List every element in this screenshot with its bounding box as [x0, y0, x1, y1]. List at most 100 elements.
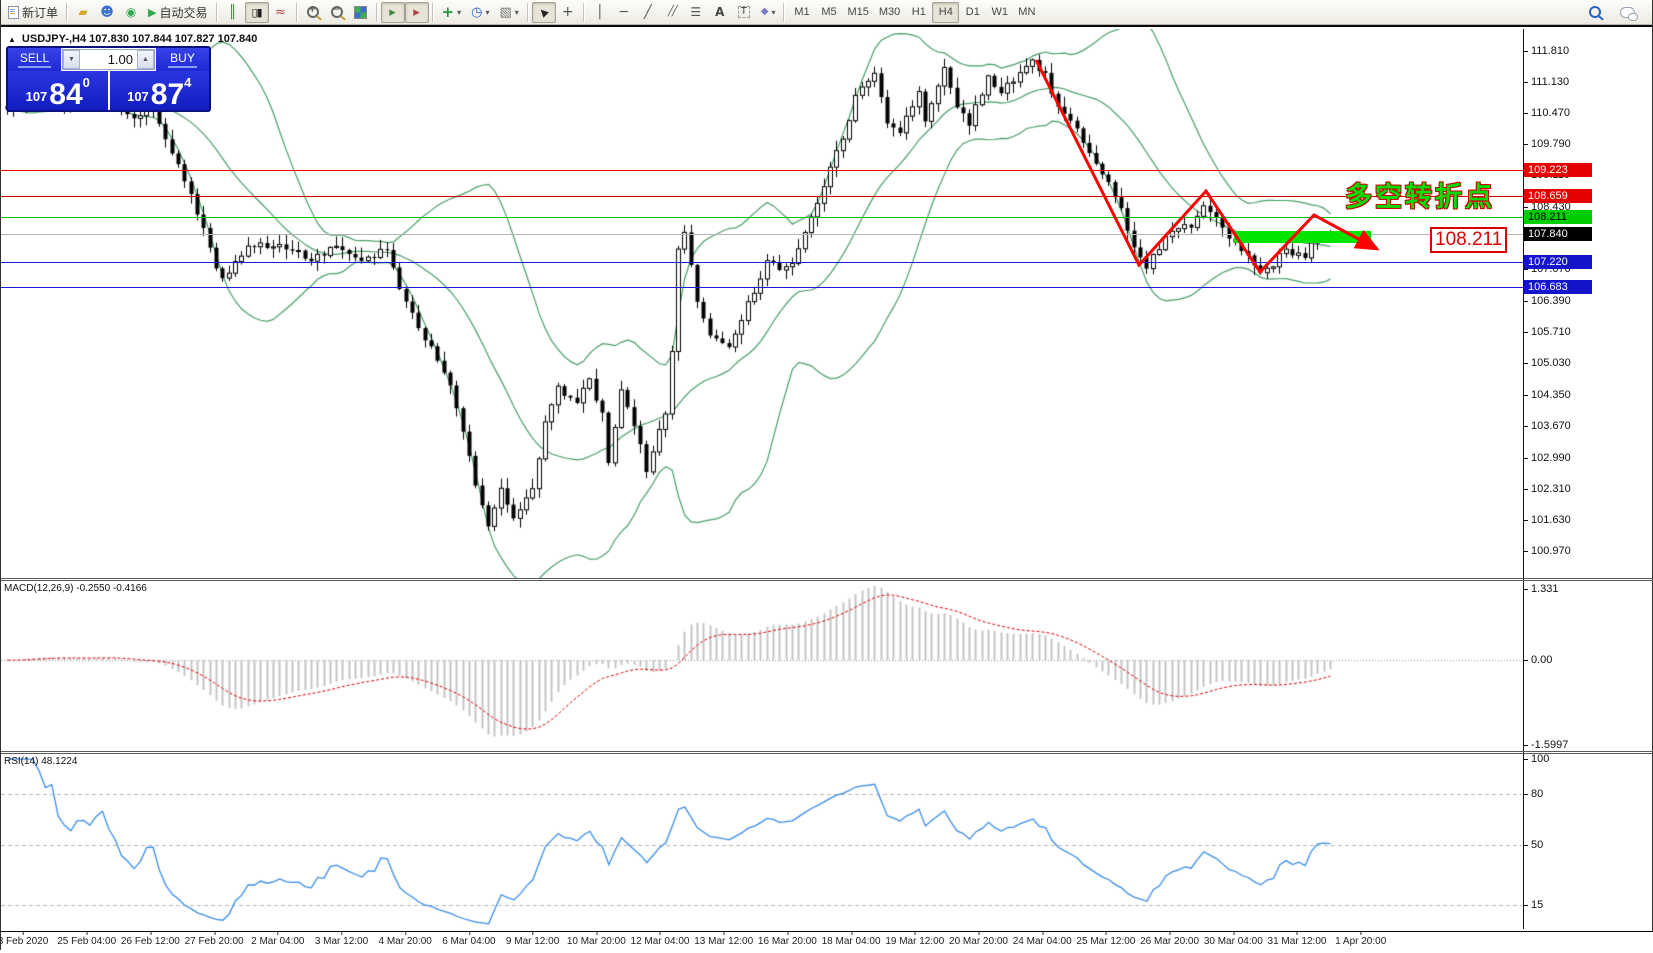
hline-icon: ─: [620, 6, 628, 19]
tf-w1-button[interactable]: W1: [986, 2, 1013, 23]
tf-m15-button[interactable]: M15: [842, 2, 873, 23]
zoom-in-button[interactable]: [301, 2, 325, 23]
cursor-icon: ▶: [537, 6, 550, 19]
zoom-out-icon: [331, 6, 343, 18]
tf-h1-button[interactable]: H1: [905, 2, 932, 23]
buy-price[interactable]: 107 87 4: [110, 71, 210, 110]
bar-chart-button[interactable]: ║: [221, 2, 245, 23]
auto-scroll-button[interactable]: ▸: [381, 2, 405, 23]
trendline-button[interactable]: ╱: [636, 2, 660, 23]
panel-splitter[interactable]: [1, 580, 1653, 581]
crayon-button[interactable]: ▰: [71, 2, 95, 23]
zoom-out-button[interactable]: [325, 2, 349, 23]
time-axis-label: 31 Mar 12:00: [1268, 936, 1327, 947]
volume-up-button[interactable]: ▲: [137, 50, 154, 69]
trend-arrow-drawing[interactable]: [1, 29, 1523, 579]
periods-button[interactable]: ◷▾: [466, 2, 494, 23]
auto-trading-button[interactable]: ▶自动交易: [143, 2, 212, 23]
tile-windows-button[interactable]: [349, 2, 373, 23]
new-order-button[interactable]: 新订单: [3, 2, 63, 23]
candle-chart-button[interactable]: ▯▮: [245, 2, 269, 23]
shapes-button[interactable]: ◆▾: [756, 2, 781, 23]
buy-price-sup: 4: [184, 75, 191, 90]
time-axis-label: 13 Mar 12:00: [694, 936, 753, 947]
trendline-icon: ╱: [644, 6, 652, 19]
chevron-down-icon: ▾: [457, 8, 461, 17]
sell-button[interactable]: SELL: [8, 48, 61, 71]
buy-button-label: BUY: [168, 51, 197, 68]
price-axis-label: 103.670: [1531, 420, 1571, 432]
label-button[interactable]: T: [732, 2, 756, 23]
tf-m5-button[interactable]: M5: [815, 2, 842, 23]
tf-h4-button[interactable]: H4: [932, 2, 959, 23]
time-axis-label: 1 Apr 20:00: [1335, 936, 1386, 947]
crosshair-button[interactable]: +: [556, 2, 580, 23]
macd-axis-label: -1.5997: [1531, 739, 1568, 751]
time-axis-label: 20 Mar 20:00: [949, 936, 1008, 947]
tf-h1-button-label: H1: [912, 6, 926, 18]
time-axis-label: 19 Mar 12:00: [885, 936, 944, 947]
channel-button[interactable]: ╱╱: [660, 2, 684, 23]
red-zigzag-arrow[interactable]: [1036, 60, 1377, 272]
cursor-button[interactable]: ▶: [532, 2, 556, 23]
price-axis-label: 104.350: [1531, 389, 1571, 401]
chevron-down-icon: ▾: [515, 8, 519, 17]
community-button[interactable]: ☻: [95, 2, 119, 23]
indicators-button[interactable]: +▾: [437, 2, 467, 23]
volume-down-button[interactable]: ▼: [63, 50, 80, 69]
tf-m1-button[interactable]: M1: [788, 2, 815, 23]
rsi-label: RSI(14) 48.1224: [4, 756, 77, 767]
tf-h4-button-label: H4: [939, 6, 953, 18]
chart-window[interactable]: ▲ USDJPY-,H4 107.830 107.844 107.827 107…: [1, 25, 1652, 950]
chinese-annotation[interactable]: 多空转折点: [1345, 175, 1495, 214]
time-axis-label: 26 Mar 20:00: [1140, 936, 1199, 947]
price-badge: 109.223: [1524, 163, 1592, 177]
tf-d1-button[interactable]: D1: [959, 2, 986, 23]
panel-splitter[interactable]: [1, 751, 1653, 752]
tf-m30-button[interactable]: M30: [874, 2, 905, 23]
time-axis-label: 27 Feb 20:00: [185, 936, 244, 947]
toolbar-separator: [296, 3, 298, 22]
fibonacci-button[interactable]: ☰: [684, 2, 708, 23]
panel-splitter[interactable]: [1, 578, 1653, 579]
chevron-down-icon: ▾: [771, 8, 775, 17]
price-axis-label: 111.810: [1531, 45, 1569, 57]
search-button[interactable]: [1583, 2, 1607, 23]
time-axis-label: 18 Mar 04:00: [822, 936, 881, 947]
price-badge: 106.683: [1524, 280, 1592, 294]
mql5-icon: ◉: [126, 6, 136, 18]
macd-panel-canvas[interactable]: [1, 581, 1523, 751]
price-axis-label: 110.470: [1531, 107, 1570, 119]
mql5-button[interactable]: ◉: [119, 2, 143, 23]
panel-splitter[interactable]: [1, 753, 1653, 754]
vline-icon: │: [596, 6, 604, 19]
hline-button[interactable]: ─: [612, 2, 636, 23]
indicators-icon: +: [442, 5, 455, 20]
line-chart-button[interactable]: ≈: [269, 2, 293, 23]
sell-price[interactable]: 107 84 0: [8, 71, 108, 110]
price-badge: 107.220: [1524, 255, 1592, 269]
time-axis-label: 24 Mar 04:00: [1013, 936, 1072, 947]
tf-mn-button[interactable]: MN: [1013, 2, 1040, 23]
time-axis-label: 25 Mar 12:00: [1076, 936, 1135, 947]
chat-button[interactable]: [1615, 2, 1640, 23]
toolbar-separator: [432, 3, 434, 22]
chevron-down-icon: ▾: [485, 8, 489, 17]
vline-button[interactable]: │: [588, 2, 612, 23]
new-order-button-label: 新订单: [22, 4, 58, 21]
templates-button[interactable]: ▧▾: [494, 2, 523, 23]
toolbar-right: [1583, 2, 1650, 23]
text-button[interactable]: A: [708, 2, 732, 23]
volume-input[interactable]: [80, 50, 137, 69]
one-click-trading-panel: SELL ▼ ▲ BUY 107 84 0 107 87 4: [6, 46, 211, 112]
tf-w1-button-label: W1: [992, 6, 1009, 18]
oct-collapse-icon[interactable]: ▲: [8, 35, 16, 44]
time-axis-label: 25 Feb 04:00: [57, 936, 116, 947]
chart-shift-button[interactable]: ▸: [405, 2, 429, 23]
price-annotation-box[interactable]: 108.211: [1430, 227, 1507, 253]
buy-button[interactable]: BUY: [156, 48, 209, 71]
new-order-icon: [8, 6, 19, 19]
price-badge: 108.659: [1524, 189, 1592, 203]
rsi-panel-canvas[interactable]: [1, 754, 1523, 931]
rsi-axis-label: 80: [1531, 788, 1543, 800]
